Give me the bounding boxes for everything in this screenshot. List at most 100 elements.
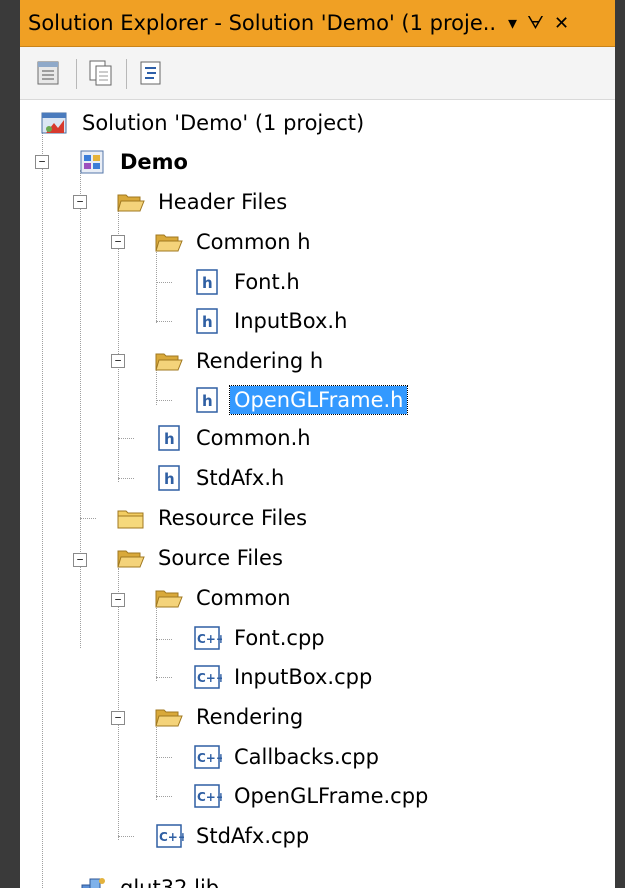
tree-item-label: Font.h [234,270,300,294]
tree-line [156,757,172,758]
collapse-toggle-rendering[interactable]: − [111,711,125,725]
tree-item-label: Solution 'Demo' (1 project) [82,111,365,135]
tree-line [118,438,134,439]
tree-item-label: Rendering [196,705,304,729]
tree-item-inputbox-cpp[interactable]: C++ InputBox.cpp [192,659,376,695]
tree-item-resource-files[interactable]: Resource Files [116,500,311,536]
folder-open-icon [154,346,184,376]
folder-open-icon [116,543,146,573]
collapse-toggle-common[interactable]: − [111,593,125,607]
tree-item-common-h-file[interactable]: h Common.h [154,420,315,456]
tree-item-label: Common.h [196,426,311,450]
toolbar [20,47,615,100]
window-position-dropdown-icon[interactable]: ▾ [508,13,517,34]
tree-item-callbacks-cpp[interactable]: C++ Callbacks.cpp [192,739,383,775]
tree-line [156,639,172,640]
tree-item-common[interactable]: Common [154,580,295,616]
folder-closed-icon [116,503,146,533]
tree-item-openglframe-h[interactable]: h OpenGLFrame.h [192,382,409,418]
tree-item-solution[interactable]: Solution 'Demo' (1 project) [40,105,368,141]
tree-line [156,282,172,283]
tree-line [156,608,157,681]
tree-item-label: Header Files [158,190,288,214]
toolbar-separator [126,59,127,89]
cpp-file-icon: C++ [192,623,226,653]
svg-text:C++: C++ [159,830,184,844]
project-icon [78,147,108,177]
tree-item-rendering[interactable]: Rendering [154,699,307,735]
tree-item-glut32-lib[interactable]: glut32.lib [78,870,223,888]
tree-item-font-h[interactable]: h Font.h [192,264,304,300]
header-file-icon: h [192,267,222,297]
tree-item-font-cpp[interactable]: C++ Font.cpp [192,620,329,656]
cpp-file-icon: C++ [192,662,226,692]
toolbar-separator [76,59,77,89]
tree-item-rendering-h[interactable]: Rendering h [154,343,327,379]
tree-line [156,796,172,797]
svg-text:h: h [202,392,213,410]
tree-item-label: Source Files [158,546,283,570]
solution-tree: − − − − − − − Solution 'Demo' (1 project… [20,100,615,888]
collapse-toggle-common-h[interactable]: − [111,235,125,249]
tree-item-common-h[interactable]: Common h [154,224,315,260]
tree-line [156,321,172,322]
tree-item-stdafx-h[interactable]: h StdAfx.h [154,460,288,496]
tree-line [156,727,157,800]
header-file-icon: h [154,423,184,453]
collapse-toggle-rendering-h[interactable]: − [111,354,125,368]
tree-item-label: Common [196,586,291,610]
tree-item-openglframe-cpp[interactable]: C++ OpenGLFrame.cpp [192,778,432,814]
close-icon[interactable]: ✕ [554,13,569,34]
svg-text:h: h [202,313,213,331]
folder-open-icon [154,583,184,613]
view-code-icon[interactable] [136,59,166,87]
library-file-icon [78,873,108,888]
folder-open-icon [154,227,184,257]
svg-text:h: h [202,274,213,292]
folder-open-icon [154,702,184,732]
tree-item-label: Font.cpp [234,626,325,650]
solution-explorer-panel: Solution Explorer - Solution 'Demo' (1 p… [20,0,615,888]
svg-text:C++: C++ [197,632,222,646]
tree-item-label: StdAfx.h [196,466,285,490]
show-all-files-icon[interactable] [86,59,116,87]
tree-item-label: InputBox.cpp [234,665,373,689]
tree-line [80,170,81,648]
header-file-icon: h [192,306,222,336]
tree-line [118,836,134,837]
properties-icon[interactable] [34,59,64,87]
cpp-file-icon: C++ [154,821,188,851]
collapse-toggle-header-files[interactable]: − [73,195,87,209]
tree-item-header-files[interactable]: Header Files [116,184,291,220]
tree-line [42,132,43,888]
panel-title: Solution Explorer - Solution 'Demo' (1 p… [28,11,498,35]
tree-item-source-files[interactable]: Source Files [116,540,287,576]
svg-text:h: h [164,470,175,488]
tree-line [156,677,172,678]
cpp-file-icon: C++ [192,742,226,772]
tree-item-label: OpenGLFrame.cpp [234,784,429,808]
tree-item-label: Callbacks.cpp [234,745,379,769]
tree-item-label: StdAfx.cpp [196,824,310,848]
tree-line [118,210,119,482]
solution-icon [40,108,70,138]
collapse-toggle-source-files[interactable]: − [73,553,87,567]
svg-text:C++: C++ [197,751,222,765]
tree-item-stdafx-cpp[interactable]: C++ StdAfx.cpp [154,818,313,854]
tree-item-inputbox-h[interactable]: h InputBox.h [192,303,351,339]
tree-item-project-demo[interactable]: Demo [78,144,192,180]
title-bar[interactable]: Solution Explorer - Solution 'Demo' (1 p… [20,0,615,47]
tree-line [118,478,134,479]
header-file-icon: h [154,463,184,493]
svg-text:C++: C++ [197,790,222,804]
collapse-toggle-demo[interactable]: − [35,155,49,169]
auto-hide-pin-icon[interactable]: ᗄ [527,13,544,34]
tree-item-label: Common h [196,230,311,254]
tree-item-label: glut32.lib [120,876,220,888]
tree-item-label: InputBox.h [234,309,348,333]
tree-line [156,250,157,323]
tree-item-label: Resource Files [158,506,308,530]
cpp-file-icon: C++ [192,781,226,811]
folder-open-icon [116,187,146,217]
tree-line [156,400,172,401]
